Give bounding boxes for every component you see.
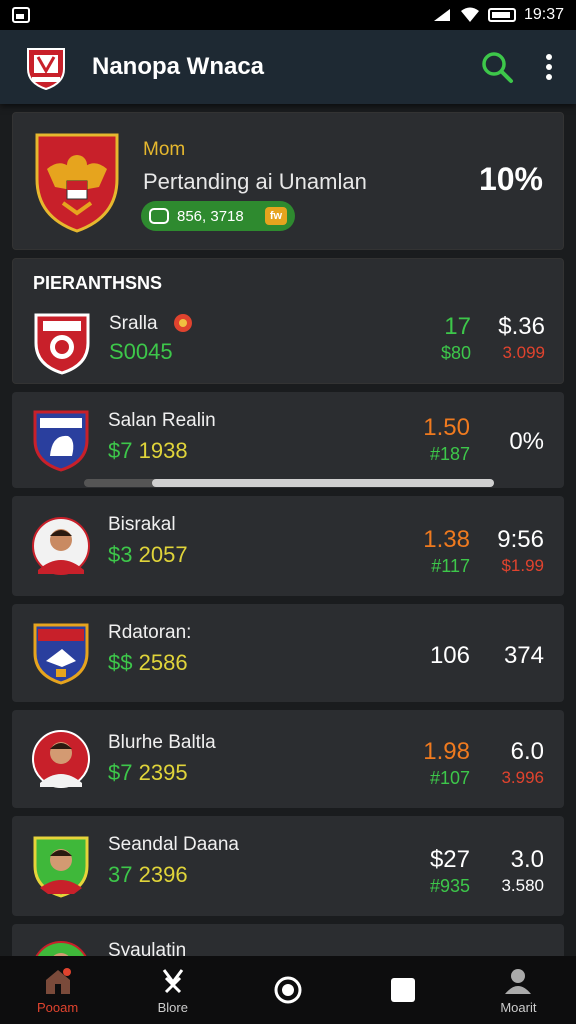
row-name: Sralla [109, 313, 158, 334]
row-c2-sub: 3.996 [501, 768, 544, 787]
square-icon [391, 978, 416, 1002]
row-c2-sub: 3.580 [501, 876, 544, 895]
row-c1-sub: #117 [431, 556, 470, 576]
more-vert-icon[interactable] [544, 54, 554, 80]
player-avatar [32, 730, 90, 788]
nav-tab-home[interactable]: Pooam [0, 956, 115, 1024]
odds-pill[interactable]: 856, 3718 fw [141, 201, 295, 231]
player-avatar [32, 517, 90, 575]
garuda-crest-icon [35, 133, 119, 233]
nav-tab-profile[interactable]: Moarit [461, 956, 576, 1024]
row-sub: $7 2395 [108, 760, 188, 785]
row-name: Seandal Daana [108, 834, 239, 855]
list-item[interactable]: Rdatoran: $$ 2586 106 374 [12, 604, 564, 702]
row-sub: $$ 2586 [108, 650, 188, 675]
app-bar: Nanopa Wnaca [0, 30, 576, 104]
row-c1-sub: #107 [429, 768, 470, 788]
list-item[interactable]: Salan Realin $7 1938 1.50 #187 0% [12, 392, 564, 488]
row-c2-sub: 3.099 [502, 343, 545, 362]
team-crest-icon [33, 410, 89, 472]
row-c1: 1.50 [423, 414, 470, 441]
row-c2-sub: $1.99 [501, 556, 544, 575]
row-c2: $.36 [498, 313, 545, 340]
circle-icon [274, 976, 302, 1004]
match-title: Pertanding ai Unamlan [143, 169, 367, 194]
nav-label: Blore [157, 999, 188, 1015]
nav-tab-tools[interactable]: Blore [115, 956, 230, 1024]
row-sub: $7 1938 [108, 438, 188, 463]
tools-icon [162, 968, 183, 993]
pill-tag: fw [265, 207, 287, 225]
row-c1-sub: $80 [440, 343, 471, 363]
row-c1-sub: #187 [429, 444, 470, 464]
row-sub: S0045 [109, 339, 173, 364]
scrollbar-thumb[interactable] [152, 479, 494, 487]
notification-icon [12, 7, 30, 23]
section-title: PIERANTHSNS [33, 273, 163, 293]
featured-match-card[interactable]: Mom Pertanding ai Unamlan 856, 3718 fw 1… [12, 112, 564, 250]
list-item[interactable]: Bisrakal $3 2057 1.38 #117 9:56 $1.99 [12, 496, 564, 596]
nav-tab-center[interactable] [230, 956, 345, 1024]
row-c1: 17 [444, 313, 471, 340]
signal-icon [433, 9, 450, 21]
team-crest-icon [33, 623, 89, 685]
chat-icon [149, 208, 169, 224]
row-c1: 1.38 [423, 526, 470, 553]
team-crest-icon [34, 313, 90, 375]
pill-value: 856, 3718 [177, 207, 244, 225]
hero-percent: 10% [478, 161, 543, 197]
battery-icon [487, 8, 516, 22]
section-card: PIERANTHSNS Sralla S0045 17 $80 $.36 3.0… [12, 258, 564, 384]
search-icon[interactable] [480, 50, 514, 84]
row-c1: 1.98 [423, 738, 470, 765]
status-bar: 19:37 [0, 0, 576, 30]
list-item[interactable]: Blurhe Baltla $7 2395 1.98 #107 6.0 3.99… [12, 710, 564, 808]
home-icon [45, 967, 71, 994]
row-c1: 106 [429, 642, 470, 669]
bottom-nav: Pooam Blore Moarit [0, 956, 576, 1024]
row-name: Rdatoran: [108, 622, 192, 643]
player-avatar [33, 836, 89, 898]
list-item[interactable]: Sralla S0045 17 $80 $.36 3.099 [13, 303, 565, 383]
status-time: 19:37 [523, 6, 564, 23]
row-c1-sub: #935 [429, 876, 470, 896]
wifi-icon [460, 7, 479, 22]
live-badge-icon [174, 314, 192, 332]
club-crest-logo[interactable] [22, 43, 70, 91]
row-c1: $27 [429, 846, 470, 873]
nav-label: Pooam [37, 999, 79, 1015]
row-c2: 9:56 [497, 526, 544, 553]
list-item[interactable]: Seandal Daana 37 2396 $27 #935 3.0 3.580 [12, 816, 564, 916]
row-c2: 374 [503, 642, 544, 669]
row-name: Bisrakal [108, 514, 176, 535]
row-c2: 0% [509, 428, 544, 455]
match-kicker: Mom [143, 139, 186, 160]
nav-tab-square[interactable] [346, 956, 461, 1024]
row-c2: 6.0 [510, 738, 544, 765]
row-name: Salan Realin [108, 410, 216, 431]
nav-label: Moarit [500, 999, 537, 1015]
row-sub: 37 2396 [108, 862, 188, 887]
row-c2: 3.0 [510, 846, 544, 873]
app-title: Nanopa Wnaca [92, 53, 265, 80]
profile-icon [505, 968, 532, 994]
row-sub: $3 2057 [108, 542, 188, 567]
row-name: Blurhe Baltla [108, 732, 216, 753]
horizontal-scrollbar[interactable] [84, 479, 494, 487]
